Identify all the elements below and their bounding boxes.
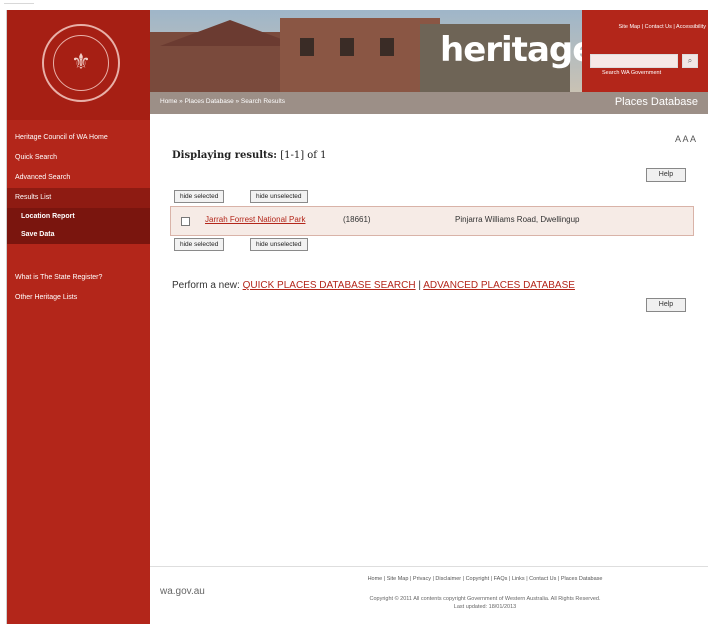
sidebar-subitem-save-data[interactable]: Save Data: [7, 226, 150, 244]
sidebar-item-state-register[interactable]: What is The State Register?: [7, 268, 150, 288]
wa-gov-logo[interactable]: wa.gov.au: [160, 586, 205, 597]
banner-window: [380, 38, 394, 56]
result-place-address: Pinjarra Williams Road, Dwellingup: [455, 215, 580, 224]
banner-house-middle: [280, 18, 440, 92]
banner-roof: [160, 20, 300, 46]
sidebar-nav: Heritage Council of WA Home Quick Search…: [7, 128, 150, 308]
sidebar: ⚜ Heritage Council of WA Home Quick Sear…: [7, 10, 150, 624]
hide-unselected-button[interactable]: hide unselected: [250, 190, 308, 203]
results-heading: Displaying results: [1-1] of 1: [172, 150, 327, 161]
breadcrumb[interactable]: Home » Places Database » Search Results: [160, 98, 285, 105]
result-checkbox[interactable]: [181, 217, 190, 226]
help-button[interactable]: Help: [646, 168, 686, 182]
results-label: Displaying results:: [172, 150, 277, 161]
breadcrumb-bar: Home » Places Database » Search Results …: [150, 92, 708, 114]
search-button-icon[interactable]: ⌕: [682, 54, 698, 68]
sidebar-subitem-location-report[interactable]: Location Report: [7, 208, 150, 226]
footer-copyright: Copyright © 2011 All contents copyright …: [369, 596, 601, 602]
text-size-controls[interactable]: A A A: [675, 134, 696, 144]
top-dash: [4, 3, 34, 4]
sidebar-item-other-heritage-lists[interactable]: Other Heritage Lists: [7, 288, 150, 308]
results-range: [1-1] of 1: [280, 150, 327, 161]
sidebar-item-results-list[interactable]: Results List: [7, 188, 150, 208]
logo-area: ⚜: [7, 10, 150, 120]
hide-selected-button[interactable]: hide selected: [174, 190, 225, 203]
link-separator: |: [418, 280, 421, 291]
swan-emblem-icon: ⚜: [71, 50, 91, 75]
government-crest-icon[interactable]: ⚜: [42, 24, 120, 102]
top-strip: [0, 0, 708, 10]
section-title: Places Database: [614, 96, 698, 108]
perform-label: Perform a new:: [172, 280, 240, 291]
footer-divider: [150, 566, 708, 567]
hide-selected-button[interactable]: hide selected: [174, 238, 225, 251]
header-utility-box: Site Map | Contact Us | Accessibility ⌕ …: [582, 10, 708, 92]
hide-unselected-button[interactable]: hide unselected: [250, 238, 308, 251]
main-content: A A A Displaying results: [1-1] of 1 Hel…: [150, 114, 708, 564]
search-wa-government-label: Search WA Government: [602, 70, 662, 76]
header-banner: heritage Site Map | Contact Us | Accessi…: [150, 10, 708, 92]
footer-last-updated: Last updated: 18/01/2013: [453, 604, 517, 610]
footer-links[interactable]: Home | Site Map | Privacy | Disclaimer |…: [270, 576, 700, 582]
crest-inner-ring: ⚜: [53, 35, 109, 91]
banner-window: [300, 38, 314, 56]
heritage-logo-text[interactable]: heritage: [440, 30, 595, 70]
help-button[interactable]: Help: [646, 298, 686, 312]
result-place-id: (18661): [343, 215, 371, 224]
search-input[interactable]: [590, 54, 678, 68]
sidebar-item-heritage-council-home[interactable]: Heritage Council of WA Home: [7, 128, 150, 148]
footer: wa.gov.au Home | Site Map | Privacy | Di…: [150, 570, 708, 624]
advanced-search-link[interactable]: ADVANCED PLACES DATABASE: [423, 280, 575, 291]
header-top-links[interactable]: Site Map | Contact Us | Accessibility: [582, 24, 706, 30]
perform-new-search: Perform a new: QUICK PLACES DATABASE SEA…: [172, 280, 575, 291]
result-place-link[interactable]: Jarrah Forrest National Park: [205, 215, 305, 224]
quick-search-link[interactable]: QUICK PLACES DATABASE SEARCH: [243, 280, 416, 291]
result-row: Jarrah Forrest National Park (18661) Pin…: [170, 206, 694, 236]
sidebar-item-quick-search[interactable]: Quick Search: [7, 148, 150, 168]
sidebar-item-advanced-search[interactable]: Advanced Search: [7, 168, 150, 188]
banner-window: [340, 38, 354, 56]
